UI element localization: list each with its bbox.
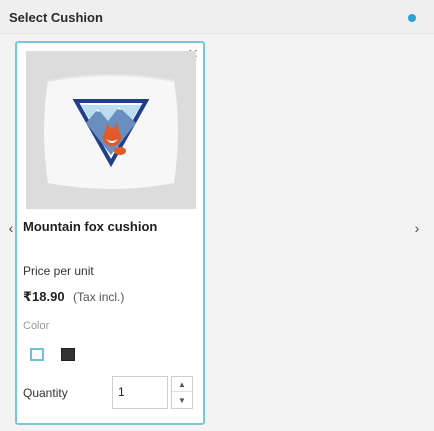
quantity-input[interactable]: 1 (112, 376, 168, 409)
panel-header: Select Cushion (0, 0, 434, 34)
status-indicator-dot (408, 14, 416, 22)
product-name: Mountain fox cushion (23, 219, 158, 234)
cushion-selector-panel: Select Cushion ‹ › × (0, 0, 434, 431)
quantity-stepper[interactable]: ▲ ▼ (171, 376, 193, 409)
panel-title: Select Cushion (9, 10, 103, 25)
price-value: ₹18.90 (23, 289, 65, 304)
color-swatch-black[interactable] (61, 348, 75, 361)
color-label: Color (23, 320, 50, 332)
chevron-right-icon[interactable]: › (410, 218, 424, 238)
tax-note: (Tax incl.) (73, 290, 125, 304)
product-card: × Mountain fox cu (15, 41, 205, 425)
color-swatch-white[interactable] (30, 348, 44, 361)
chevron-up-icon[interactable]: ▲ (172, 377, 192, 392)
quantity-label: Quantity (23, 386, 68, 400)
chevron-down-icon[interactable]: ▼ (172, 393, 192, 408)
product-image (26, 51, 196, 209)
price-row: ₹18.90 (Tax incl.) (23, 288, 124, 306)
price-label: Price per unit (23, 264, 94, 278)
cushion-illustration (26, 51, 196, 209)
